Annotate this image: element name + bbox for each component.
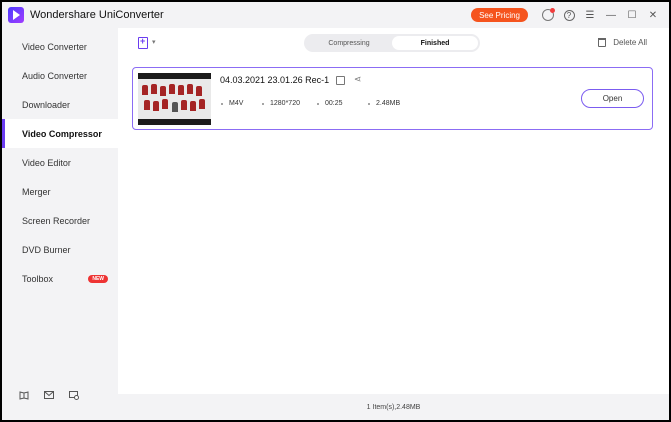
sidebar-item-toolbox[interactable]: Toolbox NEW xyxy=(2,264,118,293)
file-format: M4V xyxy=(221,100,243,107)
file-resolution-value: 1280*720 xyxy=(270,100,300,107)
file-size: 2.48MB xyxy=(368,100,400,107)
tab-finished[interactable]: Finished xyxy=(392,36,478,50)
chevron-down-icon[interactable]: ▾ xyxy=(152,38,156,46)
file-name: 04.03.2021 23.01.26 Rec-1 xyxy=(220,75,330,85)
close-icon[interactable]: ✕ xyxy=(643,5,663,25)
sidebar-item-label: Screen Recorder xyxy=(22,215,91,226)
feedback-icon[interactable] xyxy=(67,388,81,402)
sidebar-item-label: Audio Converter xyxy=(22,70,88,81)
app-logo-icon xyxy=(8,7,24,23)
app-window: Wondershare UniConverter See Pricing ? ☰… xyxy=(2,2,669,420)
help-icon: ? xyxy=(563,9,575,21)
file-format-value: M4V xyxy=(229,100,244,107)
add-file-icon[interactable] xyxy=(138,36,148,49)
sidebar-item-video-editor[interactable]: Video Editor xyxy=(2,148,118,177)
minimize-icon[interactable]: — xyxy=(601,5,621,25)
sidebar-item-label: Video Converter xyxy=(22,41,87,52)
see-pricing-button[interactable]: See Pricing xyxy=(471,8,528,22)
file-duration: 00:25 xyxy=(317,100,343,107)
help-button[interactable]: ? xyxy=(559,5,579,25)
menu-icon[interactable]: ☰ xyxy=(580,5,600,25)
notification-dot xyxy=(550,8,555,13)
sidebar-item-audio-converter[interactable]: Audio Converter xyxy=(2,61,118,90)
sidebar-item-label: Toolbox xyxy=(22,273,54,284)
account-button[interactable] xyxy=(538,5,558,25)
sidebar: Video Converter Audio Converter Download… xyxy=(2,28,118,420)
file-resolution: 1280*720 xyxy=(262,100,300,107)
toolbar: ▾ Compressing Finished Delete All xyxy=(118,28,669,60)
tab-compressing[interactable]: Compressing xyxy=(306,36,392,50)
sidebar-item-label: Video Compressor xyxy=(22,128,102,139)
book-icon[interactable] xyxy=(17,388,31,402)
avatar-icon xyxy=(542,8,555,21)
delete-all-label: Delete All xyxy=(613,38,647,47)
new-badge: NEW xyxy=(88,275,108,283)
edit-icon[interactable] xyxy=(336,76,345,85)
sidebar-item-merger[interactable]: Merger xyxy=(2,177,118,206)
tab-switcher: Compressing Finished xyxy=(304,34,480,52)
video-thumbnail[interactable] xyxy=(138,73,211,125)
sidebar-item-video-compressor[interactable]: Video Compressor xyxy=(2,119,118,148)
title-bar: Wondershare UniConverter See Pricing ? ☰… xyxy=(2,2,669,28)
status-bar: 1 Item(s),2.48MB xyxy=(118,394,669,420)
maximize-icon[interactable]: ☐ xyxy=(622,5,642,25)
sidebar-item-video-converter[interactable]: Video Converter xyxy=(2,32,118,61)
file-card[interactable]: 04.03.2021 23.01.26 Rec-1 ⋖ M4V 1280*720… xyxy=(132,67,653,130)
mail-icon[interactable] xyxy=(42,388,56,402)
sidebar-item-screen-recorder[interactable]: Screen Recorder xyxy=(2,206,118,235)
share-icon[interactable]: ⋖ xyxy=(354,74,362,85)
file-duration-value: 00:25 xyxy=(325,100,343,107)
delete-all-button[interactable]: Delete All xyxy=(598,38,647,47)
open-button[interactable]: Open xyxy=(581,89,644,108)
sidebar-item-label: Merger xyxy=(22,186,51,197)
thumbnail-frame xyxy=(138,79,211,119)
file-size-value: 2.48MB xyxy=(376,100,401,107)
sidebar-item-label: Video Editor xyxy=(22,157,71,168)
sidebar-item-downloader[interactable]: Downloader xyxy=(2,90,118,119)
trash-icon xyxy=(598,38,607,47)
status-text: 1 Item(s),2.48MB xyxy=(366,403,421,411)
sidebar-item-label: DVD Burner xyxy=(22,244,71,255)
sidebar-item-label: Downloader xyxy=(22,99,71,110)
app-title: Wondershare UniConverter xyxy=(30,9,164,21)
sidebar-item-dvd-burner[interactable]: DVD Burner xyxy=(2,235,118,264)
main-panel: ▾ Compressing Finished Delete All xyxy=(118,28,669,420)
